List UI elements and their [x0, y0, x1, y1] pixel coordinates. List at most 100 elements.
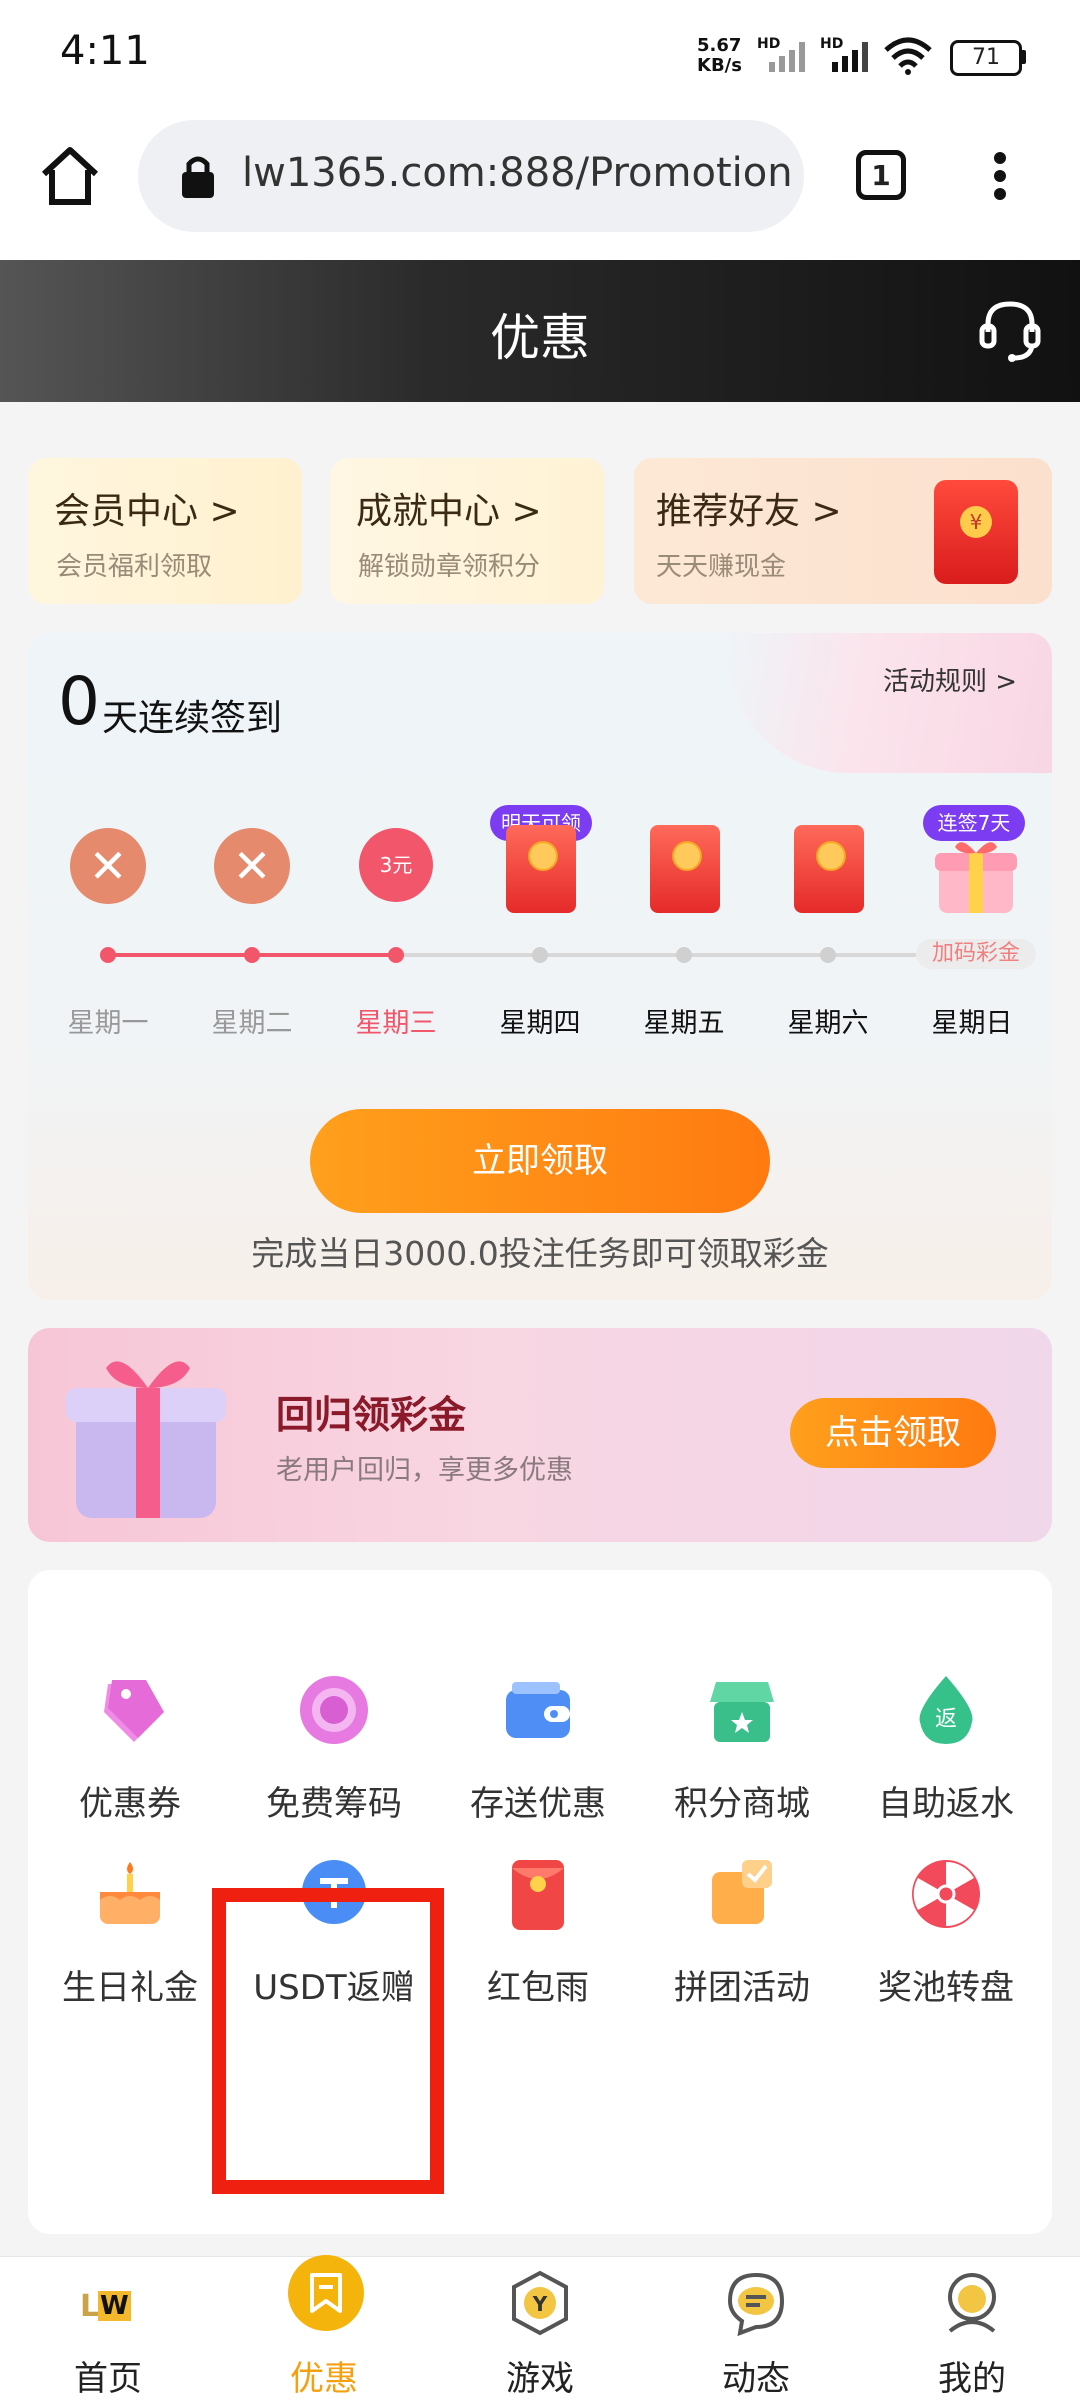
day2-dot	[244, 947, 260, 963]
battery-tip	[1020, 50, 1026, 64]
cake-icon	[100, 1862, 160, 1924]
checkin-decoration	[728, 633, 1052, 773]
nav-label: 首页	[74, 2359, 142, 2399]
nav-home[interactable]: L W 首页	[0, 2257, 216, 2401]
net-speed-unit: KB/s	[697, 55, 742, 76]
games-icon: Y	[512, 2270, 568, 2336]
group-buy-icon	[712, 1860, 772, 1924]
feature-points-mall[interactable]: 积分商城	[640, 1670, 844, 1870]
feature-free-chips[interactable]: 免费筹码	[232, 1670, 436, 1870]
feature-prize-wheel[interactable]: 奖池转盘	[844, 1854, 1048, 2054]
day2-missed-icon: ✕	[214, 828, 290, 904]
achievement-center-card[interactable]: 成就中心 > 解锁勋章领积分	[330, 458, 604, 604]
feature-deposit-bonus[interactable]: 存送优惠	[436, 1670, 640, 1870]
member-center-subtitle: 会员福利领取	[56, 552, 213, 582]
day5-envelope-icon	[650, 825, 720, 913]
page-header: 优惠	[0, 260, 1080, 402]
tab-count: 1	[871, 159, 891, 192]
feature-label: 奖池转盘	[878, 1968, 1014, 2008]
feature-label: 生日礼金	[62, 1968, 198, 2008]
day-label-tue: 星期二	[211, 1008, 293, 1039]
day4-dot	[532, 947, 548, 963]
feature-coupon[interactable]: 优惠券	[28, 1670, 232, 1870]
checkin-requirement-note: 完成当日3000.0投注任务即可领取彩金	[251, 1234, 829, 1273]
status-bar: 4:11 5.67 KB/s HD HD 71	[0, 0, 1080, 110]
red-envelope-icon	[512, 1860, 564, 1930]
chat-icon	[727, 2272, 785, 2337]
rebate-drop-icon: 返	[919, 1676, 973, 1744]
feature-birthday-bonus[interactable]: 生日礼金	[28, 1854, 232, 2054]
day1-dot	[100, 947, 116, 963]
nav-profile[interactable]: 我的	[864, 2257, 1080, 2401]
nav-label: 优惠	[290, 2359, 358, 2399]
chip-icon	[300, 1676, 368, 1744]
gift-box-icon	[66, 1361, 226, 1518]
lock-icon	[182, 156, 214, 198]
svg-text:返: 返	[935, 1707, 957, 1732]
refer-friends-subtitle: 天天赚现金	[656, 552, 787, 582]
browser-toolbar: lw1365.com:888/Promotion 1	[0, 110, 1080, 260]
nav-games[interactable]: Y 游戏	[432, 2257, 648, 2401]
day-label-fri: 星期五	[643, 1008, 725, 1039]
nav-activity[interactable]: 动态	[648, 2257, 864, 2401]
bottom-nav: L W 首页 优惠 Y 游戏 动态 我的	[0, 2255, 1080, 2401]
feature-self-rebate[interactable]: 返 自助返水	[844, 1670, 1048, 1870]
store-icon	[710, 1682, 774, 1742]
page-title: 优惠	[490, 309, 590, 367]
wallet-icon	[506, 1682, 570, 1738]
refer-friends-title: 推荐好友 >	[656, 491, 842, 532]
feature-label: 存送优惠	[470, 1784, 606, 1824]
feature-label: 积分商城	[674, 1784, 810, 1824]
feature-label: 优惠券	[79, 1784, 181, 1824]
feature-label: 免费筹码	[266, 1784, 402, 1824]
progress-remaining	[396, 953, 916, 957]
day5-dot	[676, 947, 692, 963]
day4-envelope-icon	[506, 825, 576, 913]
day-label-sat: 星期六	[787, 1008, 869, 1039]
nav-promotions[interactable]: 优惠	[216, 2255, 432, 2401]
activity-rules-link[interactable]: 活动规则 >	[883, 661, 1017, 698]
battery-level: 71	[972, 45, 1000, 70]
feature-red-envelope-rain[interactable]: 红包雨	[436, 1854, 640, 2054]
day6-envelope-icon	[794, 825, 864, 913]
feature-grid: 优惠券 免费筹码 存送优惠 积分商城 返 自助返水 生日礼金 USDT返赠 红包…	[28, 1570, 1052, 2234]
status-time: 4:11	[60, 28, 150, 74]
net-speed-value: 5.67	[697, 35, 742, 56]
return-bonus-banner[interactable]: 回归领彩金 老用户回归，享更多优惠 点击领取	[28, 1328, 1052, 1542]
day3-reward-icon: 3元	[359, 828, 433, 902]
highlight-frame	[212, 1888, 444, 2194]
net-speed: 5.67 KB/s	[697, 36, 742, 76]
member-center-title: 会员中心 >	[54, 491, 240, 532]
day-label-thu: 星期四	[499, 1008, 581, 1039]
day6-dot	[820, 947, 836, 963]
url-text: lw1365.com:888/Promotion	[242, 150, 793, 196]
nav-label: 动态	[722, 2359, 790, 2399]
member-center-card[interactable]: 会员中心 > 会员福利领取	[28, 458, 302, 604]
wifi-icon	[884, 37, 932, 75]
red-envelope-icon: ¥	[934, 480, 1018, 584]
day-label-mon: 星期一	[67, 1008, 149, 1039]
day-label-wed: 星期三	[355, 1008, 437, 1039]
refer-friends-card[interactable]: 推荐好友 > 天天赚现金 ¥	[634, 458, 1052, 604]
claim-now-button[interactable]: 立即领取	[310, 1109, 770, 1213]
more-menu-icon[interactable]	[980, 150, 1020, 210]
nav-label: 游戏	[506, 2359, 574, 2399]
day1-missed-icon: ✕	[70, 828, 146, 904]
feature-group-buy[interactable]: 拼团活动	[640, 1854, 844, 2054]
day3-amount: 3元	[379, 853, 413, 877]
home-icon[interactable]	[38, 144, 102, 208]
battery-icon: 71	[950, 40, 1022, 76]
profile-icon	[948, 2273, 996, 2333]
checkin-count-label: 天连续签到	[102, 698, 283, 739]
promo-icon	[288, 2255, 364, 2331]
feature-label: 红包雨	[487, 1968, 589, 2008]
click-to-claim-button[interactable]: 点击领取	[790, 1398, 996, 1468]
achievement-center-title: 成就中心 >	[356, 491, 542, 532]
nav-label: 我的	[938, 2359, 1006, 2399]
prize-wheel-icon	[912, 1860, 980, 1928]
customer-service-icon[interactable]	[978, 296, 1042, 366]
feature-label: 拼团活动	[674, 1968, 810, 2008]
address-bar[interactable]: lw1365.com:888/Promotion	[138, 120, 804, 232]
svg-text:Y: Y	[532, 2292, 548, 2316]
tab-switcher-button[interactable]: 1	[856, 150, 906, 200]
